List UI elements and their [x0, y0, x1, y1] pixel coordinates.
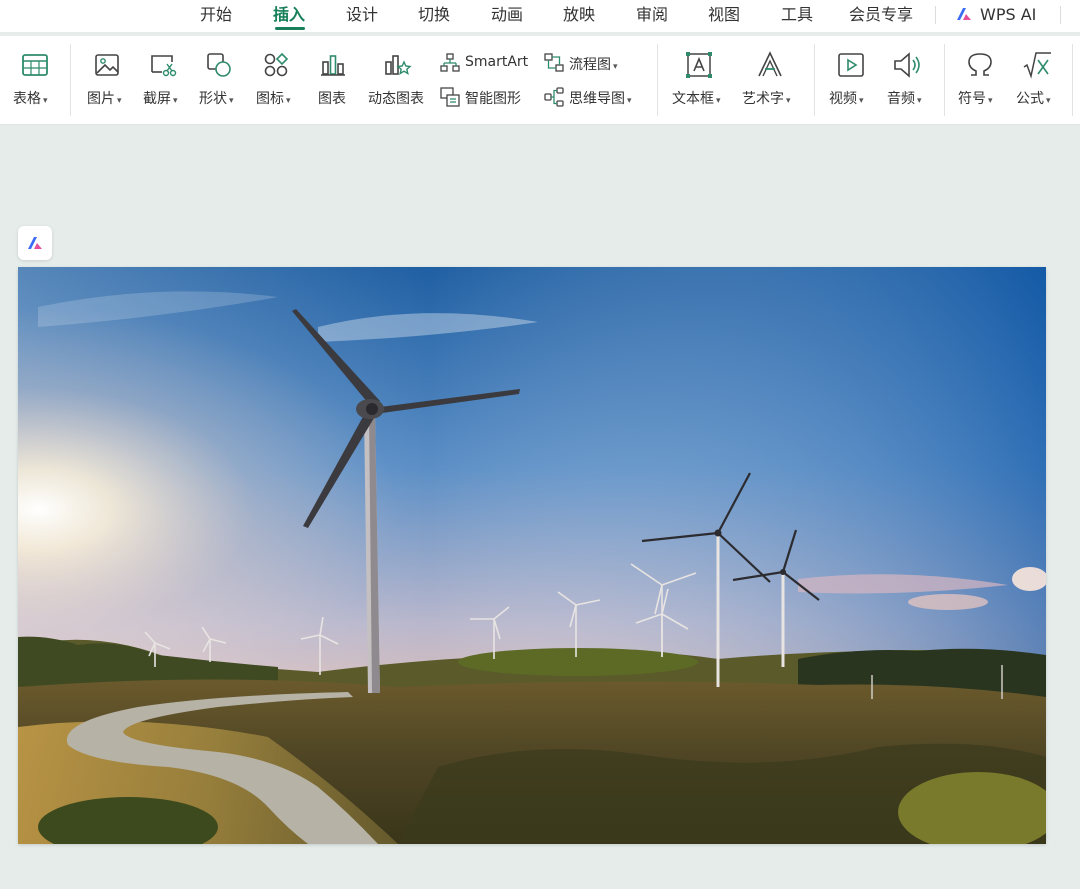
tab-tools[interactable]: 工具	[781, 4, 813, 26]
smart-graphic-icon	[440, 87, 460, 107]
chevron-down-icon: ▾	[229, 96, 234, 106]
smartart-label: SmartArt	[465, 54, 529, 70]
smartart-icon	[440, 53, 460, 72]
flowchart-button[interactable]: 流程图 ▾	[542, 50, 638, 76]
ribbon-separator	[657, 44, 658, 116]
icons-gallery-icon	[264, 52, 289, 77]
tab-view[interactable]: 视图	[708, 4, 740, 26]
chevron-down-icon: ▾	[117, 96, 122, 106]
flowchart-icon	[544, 53, 564, 72]
textbox-button[interactable]: 文本框 ▾	[668, 36, 732, 126]
video-label: 视频	[829, 91, 857, 107]
chart-icon	[321, 55, 345, 76]
chevron-down-icon: ▾	[286, 96, 291, 106]
tab-slideshow[interactable]: 放映	[563, 4, 595, 26]
tab-review[interactable]: 审阅	[636, 4, 668, 26]
shape-button[interactable]: 形状 ▾	[192, 36, 244, 126]
ribbon-separator	[1072, 44, 1073, 116]
omega-icon	[968, 53, 992, 76]
wordart-label: 艺术字	[742, 91, 784, 107]
ribbon-separator	[70, 44, 71, 116]
shape-label: 形状	[199, 91, 227, 107]
screenshot-button[interactable]: 截屏 ▾	[136, 36, 188, 126]
chevron-down-icon: ▾	[173, 96, 178, 106]
tab-home[interactable]: 开始	[200, 4, 232, 26]
chevron-down-icon: ▾	[627, 96, 632, 106]
mindmap-icon	[544, 87, 564, 107]
dynamic-chart-label: 动态图表	[368, 91, 424, 107]
wps-ai-icon	[28, 237, 42, 249]
chevron-down-icon: ▾	[786, 96, 791, 106]
speaker-icon	[894, 52, 920, 78]
table-icon	[22, 54, 48, 76]
chevron-down-icon: ▾	[859, 96, 864, 106]
menu-divider	[935, 6, 936, 24]
picture-label: 图片	[87, 91, 115, 107]
icon-button[interactable]: 图标 ▾	[249, 36, 301, 126]
textbox-icon	[686, 52, 712, 78]
formula-label: 公式	[1016, 91, 1044, 107]
smart-graphic-label: 智能图形	[465, 91, 521, 107]
picture-button[interactable]: 图片 ▾	[80, 36, 132, 126]
audio-label: 音频	[887, 91, 915, 107]
chevron-down-icon: ▾	[716, 96, 721, 106]
symbol-button[interactable]: 符号 ▾	[952, 36, 1006, 126]
ai-assistant-button[interactable]	[18, 226, 52, 260]
ribbon-separator	[944, 44, 945, 116]
dynamic-chart-icon	[385, 55, 412, 75]
picture-icon	[95, 54, 119, 76]
textbox-label: 文本框	[672, 91, 714, 107]
icon-label: 图标	[256, 91, 284, 107]
chart-label: 图表	[318, 91, 346, 107]
dynamic-chart-button[interactable]: 动态图表	[364, 36, 430, 126]
chevron-down-icon: ▾	[1046, 96, 1051, 106]
table-label: 表格	[13, 91, 41, 107]
menu-bar: 开始 插入 设计 切换 动画 放映 审阅 视图 工具 会员专享 WPS AI	[0, 0, 1080, 32]
video-icon	[838, 53, 864, 77]
smartart-button[interactable]: SmartArt	[438, 50, 534, 76]
tab-insert[interactable]: 插入	[273, 4, 305, 26]
table-button[interactable]: 表格 ▾	[8, 36, 58, 126]
symbol-label: 符号	[958, 91, 986, 107]
inserted-picture[interactable]	[18, 267, 1046, 844]
smart-graphic-button[interactable]: 智能图形	[438, 84, 534, 110]
wordart-button[interactable]: 艺术字 ▾	[738, 36, 802, 126]
formula-button[interactable]: 公式 ▾	[1010, 36, 1066, 126]
active-tab-indicator	[275, 27, 305, 30]
ribbon-separator	[814, 44, 815, 116]
tab-design[interactable]: 设计	[346, 4, 378, 26]
mindmap-label: 思维导图	[569, 91, 625, 107]
chevron-down-icon: ▾	[917, 96, 922, 106]
wordart-icon	[758, 51, 782, 77]
audio-button[interactable]: 音频 ▾	[880, 36, 936, 126]
tab-wps-ai[interactable]: WPS AI	[980, 4, 1036, 26]
chart-button[interactable]: 图表	[310, 36, 356, 126]
screenshot-label: 截屏	[143, 91, 171, 107]
mindmap-button[interactable]: 思维导图 ▾	[542, 84, 646, 110]
menu-divider	[1060, 6, 1061, 24]
formula-icon	[1023, 52, 1051, 79]
tab-animation[interactable]: 动画	[491, 4, 523, 26]
screenshot-icon	[151, 55, 177, 77]
shape-icon	[207, 53, 231, 77]
wps-ai-icon	[957, 8, 971, 20]
wind-turbine-photo	[18, 267, 1046, 844]
video-button[interactable]: 视频 ▾	[824, 36, 878, 126]
flowchart-label: 流程图	[569, 57, 611, 73]
chevron-down-icon: ▾	[988, 96, 993, 106]
ribbon-insert: 表格 ▾ 图片 ▾ 截屏 ▾ 形状 ▾ 图标 ▾ 图表 动态图表 SmartAr…	[0, 35, 1080, 125]
chevron-down-icon: ▾	[43, 96, 48, 106]
tab-transition[interactable]: 切换	[418, 4, 450, 26]
tab-member[interactable]: 会员专享	[849, 4, 913, 26]
chevron-down-icon: ▾	[613, 62, 618, 72]
